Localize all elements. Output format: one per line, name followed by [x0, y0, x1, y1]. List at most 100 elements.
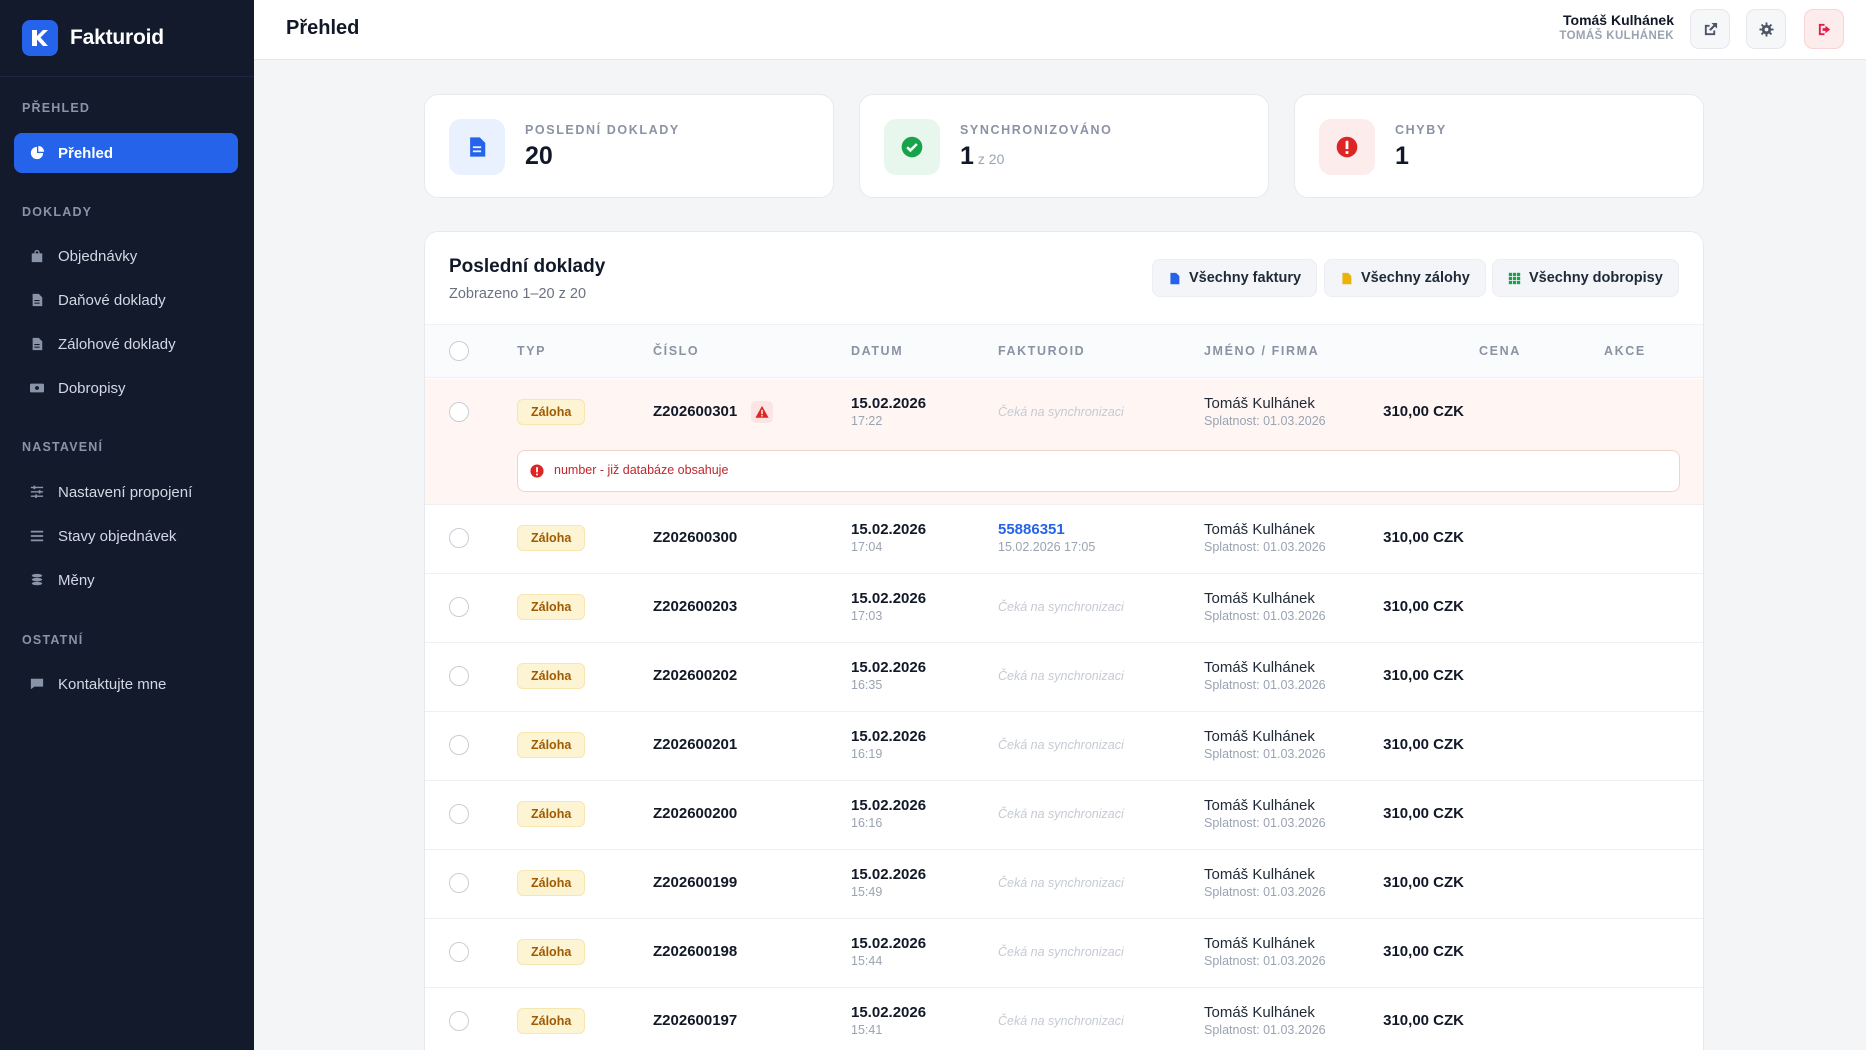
document-time: 15:41: [851, 1023, 883, 1037]
sidebar-item-danove-doklady[interactable]: Daňové doklady: [14, 280, 238, 320]
document-number[interactable]: Z202600300: [653, 529, 737, 546]
sidebar-item-label: Zálohové doklady: [58, 335, 176, 353]
panel-title: Poslední doklady: [449, 256, 606, 277]
sidebar-item-stavy-objednavek[interactable]: Stavy objednávek: [14, 516, 238, 556]
table-row[interactable]: Záloha Z202600197 15.02.2026 15:41 Čeká na s…: [425, 988, 1703, 1050]
table-row[interactable]: Záloha Z202600199 15.02.2026 15:49 Čeká na s…: [425, 850, 1703, 919]
sidebar-item-label: Měny: [58, 571, 95, 589]
price: 310,00 CZK: [1383, 667, 1464, 684]
document-number[interactable]: Z202600199: [653, 874, 737, 891]
document-number[interactable]: Z202600198: [653, 943, 737, 960]
customer-name: Tomáš Kulhánek: [1204, 590, 1315, 607]
column-header-fakturoid[interactable]: FAKTUROID: [998, 344, 1085, 358]
settings-button[interactable]: [1746, 9, 1786, 49]
document-icon: [30, 293, 44, 307]
table-header: TYP ČÍSLO DATUM FAKTUROID JMÉNO / FIRMA …: [425, 324, 1703, 378]
price: 310,00 CZK: [1383, 874, 1464, 891]
row-checkbox[interactable]: [449, 597, 469, 617]
stat-value: 1z 20: [960, 142, 1005, 170]
document-time: 15:49: [851, 885, 883, 899]
document-number[interactable]: Z202600200: [653, 805, 737, 822]
document-number[interactable]: Z202600197: [653, 1012, 737, 1029]
deposit-icon: [1342, 272, 1352, 284]
sidebar-item-dobropisy[interactable]: Dobropisy: [14, 368, 238, 408]
column-header-type[interactable]: TYP: [517, 344, 546, 358]
row-checkbox[interactable]: [449, 942, 469, 962]
table-row[interactable]: Záloha Z202600203 15.02.2026 17:03 Čeká na s…: [425, 574, 1703, 643]
customer-name: Tomáš Kulhánek: [1204, 1004, 1315, 1021]
price: 310,00 CZK: [1383, 805, 1464, 822]
sync-pending-text: Čeká na synchronizaci: [998, 807, 1124, 821]
price: 310,00 CZK: [1383, 529, 1464, 546]
table-row[interactable]: Záloha Z202600301 15.02.2026 17:22 Čeká na s…: [425, 379, 1703, 505]
sidebar-item-meny[interactable]: Měny: [14, 560, 238, 600]
row-checkbox[interactable]: [449, 735, 469, 755]
price: 310,00 CZK: [1383, 403, 1464, 420]
sidebar-item-nastaveni-propojeni[interactable]: Nastavení propojení: [14, 472, 238, 512]
row-checkbox[interactable]: [449, 402, 469, 422]
column-header-number[interactable]: ČÍSLO: [653, 344, 699, 358]
error-message: number - již databáze obsahuje: [554, 463, 729, 477]
row-checkbox[interactable]: [449, 528, 469, 548]
document-number[interactable]: Z202600202: [653, 667, 737, 684]
column-header-price[interactable]: CENA: [1479, 344, 1521, 358]
table-row[interactable]: Záloha Z202600202 15.02.2026 16:35 Čeká na s…: [425, 643, 1703, 712]
select-all-checkbox[interactable]: [449, 341, 469, 361]
column-header-name[interactable]: JMÉNO / FIRMA: [1204, 344, 1319, 358]
document-number[interactable]: Z202600201: [653, 736, 737, 753]
external-link-icon: [1704, 22, 1717, 35]
row-checkbox[interactable]: [449, 666, 469, 686]
page-title: Přehled: [286, 17, 360, 39]
price: 310,00 CZK: [1383, 943, 1464, 960]
money-bill-icon: [30, 381, 44, 395]
document-number[interactable]: Z202600203: [653, 598, 737, 615]
due-date: Splatnost: 01.03.2026: [1204, 747, 1326, 761]
brand-name: Fakturoid: [70, 26, 164, 49]
price: 310,00 CZK: [1383, 1012, 1464, 1029]
customer-name: Tomáš Kulhánek: [1204, 395, 1315, 412]
fakturoid-link[interactable]: 55886351: [998, 521, 1065, 538]
type-badge: Záloha: [517, 801, 586, 827]
alert-circle-icon: [1319, 119, 1375, 175]
sync-pending-text: Čeká na synchronizaci: [998, 669, 1124, 683]
sidebar-item-prehled[interactable]: Přehled: [14, 133, 238, 173]
open-external-button[interactable]: [1690, 9, 1730, 49]
all-invoices-button[interactable]: Všechny faktury: [1152, 259, 1318, 297]
stat-label: CHYBY: [1395, 123, 1447, 137]
stat-label: POSLEDNÍ DOKLADY: [525, 123, 680, 137]
sidebar-item-label: Stavy objednávek: [58, 527, 177, 545]
all-deposits-button[interactable]: Všechny zálohy: [1324, 259, 1486, 297]
invoice-icon: [1170, 272, 1180, 284]
price: 310,00 CZK: [1383, 736, 1464, 753]
all-credit-notes-button[interactable]: Všechny dobropisy: [1492, 259, 1679, 297]
document-date: 15.02.2026: [851, 1004, 927, 1021]
nav-section-ostatni: OSTATNÍ: [22, 633, 84, 647]
sidebar-item-objednavky[interactable]: Objednávky: [14, 236, 238, 276]
document-date: 15.02.2026: [851, 521, 927, 538]
table-row[interactable]: Záloha Z202600300 15.02.2026 17:04 55886351 1…: [425, 505, 1703, 574]
sync-pending-text: Čeká na synchronizaci: [998, 405, 1124, 419]
brand[interactable]: Fakturoid: [0, 0, 254, 77]
table-row[interactable]: Záloha Z202600201 15.02.2026 16:19 Čeká na s…: [425, 712, 1703, 781]
document-number[interactable]: Z202600301: [653, 403, 737, 420]
due-date: Splatnost: 01.03.2026: [1204, 816, 1326, 830]
grid-icon: [1508, 272, 1521, 284]
stat-label: SYNCHRONIZOVÁNO: [960, 123, 1113, 137]
table-row[interactable]: Záloha Z202600198 15.02.2026 15:44 Čeká na s…: [425, 919, 1703, 988]
sidebar-item-kontaktujte-mne[interactable]: Kontaktujte mne: [14, 664, 238, 704]
sidebar-item-zalohove-doklady[interactable]: Zálohové doklady: [14, 324, 238, 364]
recent-documents-panel: Poslední doklady Zobrazeno 1–20 z 20 Vše…: [424, 231, 1704, 1050]
row-checkbox[interactable]: [449, 1011, 469, 1031]
document-date: 15.02.2026: [851, 659, 927, 676]
stat-card-last-documents: POSLEDNÍ DOKLADY 20: [424, 94, 834, 198]
column-header-date[interactable]: DATUM: [851, 344, 903, 358]
row-checkbox[interactable]: [449, 804, 469, 824]
due-date: Splatnost: 01.03.2026: [1204, 1023, 1326, 1037]
logout-icon: [1818, 23, 1830, 35]
logout-button[interactable]: [1804, 9, 1844, 49]
error-message-box: number - již databáze obsahuje: [517, 450, 1680, 492]
sidebar-item-label: Dobropisy: [58, 379, 126, 397]
table-row[interactable]: Záloha Z202600200 15.02.2026 16:16 Čeká na s…: [425, 781, 1703, 850]
price: 310,00 CZK: [1383, 598, 1464, 615]
row-checkbox[interactable]: [449, 873, 469, 893]
